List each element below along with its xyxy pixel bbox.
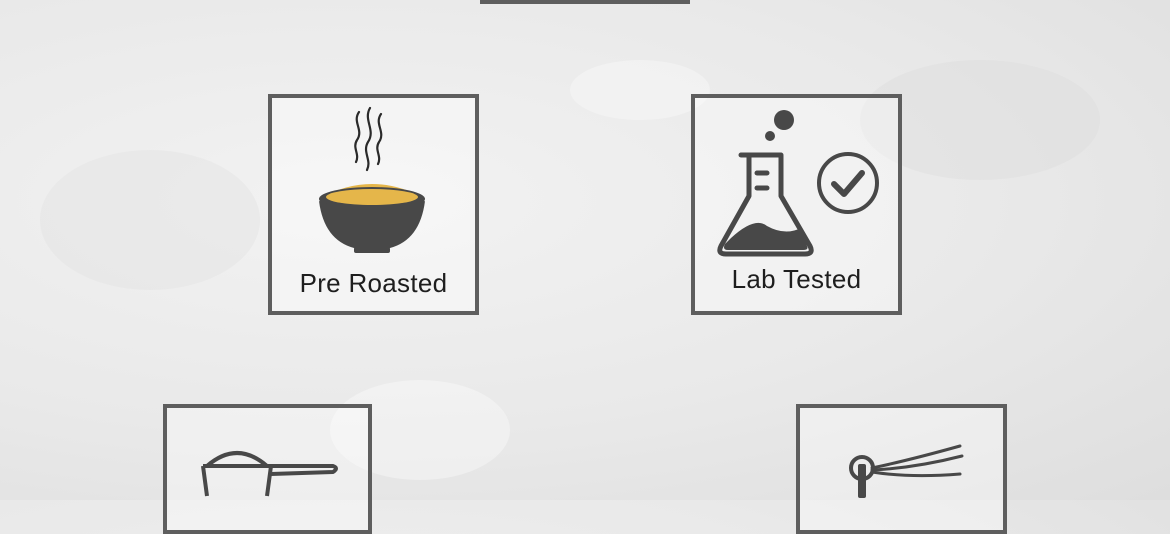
lab-tested-tile: Lab Tested	[691, 94, 902, 315]
lab-tested-label: Lab Tested	[731, 264, 862, 294]
pre-roasted-tile: Pre Roasted	[268, 94, 479, 315]
measuring-scoop-icon	[201, 451, 338, 497]
pre-roasted-label: Pre Roasted	[299, 268, 448, 298]
whisk-tile	[796, 404, 1007, 534]
whisk-icon	[849, 444, 964, 498]
measuring-scoop-tile	[163, 404, 372, 534]
top-partial-frame	[480, 0, 690, 4]
